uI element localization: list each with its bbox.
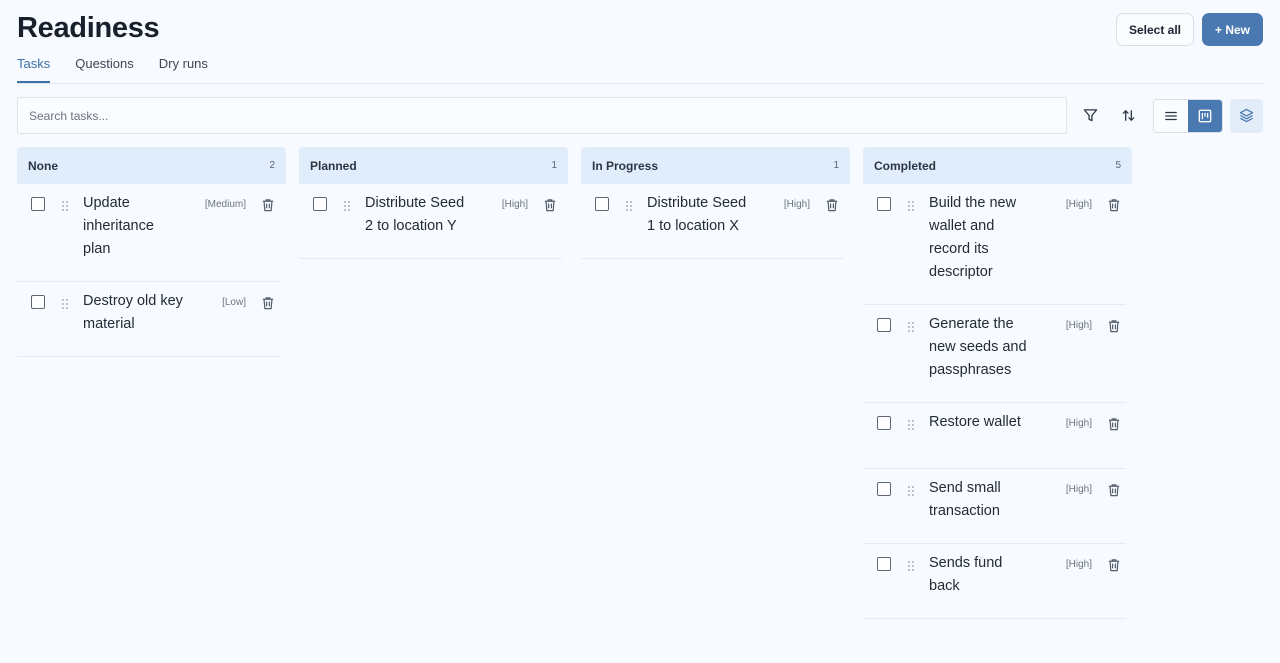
task-checkbox[interactable] bbox=[877, 416, 891, 430]
task-checkbox[interactable] bbox=[877, 557, 891, 571]
task-title: Distribute Seed 2 to location Y bbox=[365, 195, 465, 234]
task-checkbox[interactable] bbox=[31, 295, 45, 309]
board-view-button[interactable] bbox=[1188, 99, 1222, 132]
task-checkbox[interactable] bbox=[31, 197, 45, 211]
view-toggle bbox=[1153, 98, 1223, 133]
task-title: Sends fund back bbox=[929, 555, 1003, 594]
trash-icon[interactable] bbox=[1106, 558, 1122, 572]
column-cards: Build the new wallet and record its desc… bbox=[863, 184, 1132, 619]
column-count: 5 bbox=[1115, 160, 1121, 171]
page-title: Readiness bbox=[17, 12, 160, 44]
task-card[interactable]: Restore wallet [High] bbox=[863, 403, 1126, 469]
task-card[interactable]: Distribute Seed 2 to location Y [High] bbox=[299, 184, 562, 259]
column-count: 1 bbox=[833, 160, 839, 171]
column-header: Planned 1 bbox=[299, 147, 568, 184]
search-input[interactable] bbox=[17, 97, 1067, 134]
column-header: Completed 5 bbox=[863, 147, 1132, 184]
column-title: In Progress bbox=[592, 158, 659, 173]
drag-handle-icon[interactable] bbox=[57, 200, 73, 212]
drag-handle-icon[interactable] bbox=[903, 419, 919, 431]
trash-icon[interactable] bbox=[1106, 483, 1122, 497]
layers-icon bbox=[1239, 108, 1254, 123]
drag-handle-icon[interactable] bbox=[903, 560, 919, 572]
kanban-board: None 2 Update inheritance plan [Medium] … bbox=[17, 147, 1132, 619]
task-card[interactable]: Sends fund back [High] bbox=[863, 544, 1126, 619]
task-priority: [Medium] bbox=[204, 199, 246, 210]
column-completed: Completed 5 Build the new wallet and rec… bbox=[863, 147, 1132, 619]
trash-icon[interactable] bbox=[542, 198, 558, 212]
task-priority: [High] bbox=[1065, 484, 1092, 495]
tab-questions[interactable]: Questions bbox=[75, 56, 134, 83]
column-planned: Planned 1 Distribute Seed 2 to location … bbox=[299, 147, 568, 619]
list-view-icon bbox=[1165, 111, 1177, 120]
sort-button[interactable] bbox=[1112, 100, 1144, 132]
filter-icon bbox=[1083, 109, 1097, 122]
column-count: 1 bbox=[551, 160, 557, 171]
trash-icon[interactable] bbox=[1106, 417, 1122, 431]
tab-tasks[interactable]: Tasks bbox=[17, 56, 51, 83]
tab-dry-runs[interactable]: Dry runs bbox=[159, 56, 208, 83]
task-title: Destroy old key material bbox=[83, 293, 183, 332]
column-cards: Distribute Seed 2 to location Y [High] bbox=[299, 184, 568, 259]
task-card[interactable]: Update inheritance plan [Medium] bbox=[17, 184, 280, 282]
column-title: None bbox=[28, 158, 58, 173]
task-priority: [High] bbox=[1065, 418, 1092, 429]
column-cards: Update inheritance plan [Medium] Destroy… bbox=[17, 184, 286, 357]
column-count: 2 bbox=[269, 160, 275, 171]
new-task-button[interactable]: + New bbox=[1201, 13, 1263, 46]
task-priority: [Low] bbox=[222, 297, 246, 308]
task-title: Generate the new seeds and passphrases bbox=[929, 316, 1027, 378]
task-card[interactable]: Send small transaction [High] bbox=[863, 469, 1126, 544]
filter-button[interactable] bbox=[1074, 100, 1106, 132]
task-checkbox[interactable] bbox=[877, 318, 891, 332]
trash-icon[interactable] bbox=[260, 296, 276, 310]
trash-icon[interactable] bbox=[824, 198, 840, 212]
column-header: None 2 bbox=[17, 147, 286, 184]
trash-icon[interactable] bbox=[260, 198, 276, 212]
task-checkbox[interactable] bbox=[595, 197, 609, 211]
board-view-icon bbox=[1198, 109, 1212, 122]
task-priority: [High] bbox=[783, 199, 810, 210]
task-title: Update inheritance plan bbox=[83, 195, 154, 257]
toolbar bbox=[17, 97, 1263, 134]
task-checkbox[interactable] bbox=[877, 197, 891, 211]
drag-handle-icon[interactable] bbox=[621, 200, 637, 212]
column-title: Completed bbox=[874, 158, 937, 173]
task-title: Distribute Seed 1 to location X bbox=[647, 195, 747, 234]
drag-handle-icon[interactable] bbox=[57, 298, 73, 310]
drag-handle-icon[interactable] bbox=[339, 200, 355, 212]
list-view-button[interactable] bbox=[1154, 99, 1188, 132]
column-header: In Progress 1 bbox=[581, 147, 850, 184]
column-cards: Distribute Seed 1 to location X [High] bbox=[581, 184, 850, 259]
task-priority: [High] bbox=[501, 199, 528, 210]
task-priority: [High] bbox=[1065, 199, 1092, 210]
task-card[interactable]: Destroy old key material [Low] bbox=[17, 282, 280, 357]
sort-icon bbox=[1122, 110, 1134, 121]
task-title: Send small transaction bbox=[929, 480, 1001, 519]
task-title: Build the new wallet and record its desc… bbox=[929, 195, 1017, 280]
header-actions: Select all + New bbox=[1115, 13, 1263, 46]
page-header: Readiness Tasks Questions Dry runs Selec… bbox=[17, 0, 1263, 84]
task-card[interactable]: Generate the new seeds and passphrases [… bbox=[863, 305, 1126, 403]
task-card[interactable]: Distribute Seed 1 to location X [High] bbox=[581, 184, 844, 259]
column-in-progress: In Progress 1 Distribute Seed 1 to locat… bbox=[581, 147, 850, 619]
trash-icon[interactable] bbox=[1106, 198, 1122, 212]
column-none: None 2 Update inheritance plan [Medium] … bbox=[17, 147, 286, 619]
task-priority: [High] bbox=[1065, 320, 1092, 331]
task-checkbox[interactable] bbox=[313, 197, 327, 211]
drag-handle-icon[interactable] bbox=[903, 200, 919, 212]
tab-bar: Tasks Questions Dry runs bbox=[17, 56, 208, 83]
column-title: Planned bbox=[310, 158, 357, 173]
task-checkbox[interactable] bbox=[877, 482, 891, 496]
task-card[interactable]: Build the new wallet and record its desc… bbox=[863, 184, 1126, 305]
drag-handle-icon[interactable] bbox=[903, 321, 919, 333]
trash-icon[interactable] bbox=[1106, 319, 1122, 333]
layers-button[interactable] bbox=[1230, 98, 1263, 133]
task-title: Restore wallet bbox=[929, 414, 1021, 430]
drag-handle-icon[interactable] bbox=[903, 485, 919, 497]
select-all-button[interactable]: Select all bbox=[1115, 13, 1194, 46]
task-priority: [High] bbox=[1065, 559, 1092, 570]
